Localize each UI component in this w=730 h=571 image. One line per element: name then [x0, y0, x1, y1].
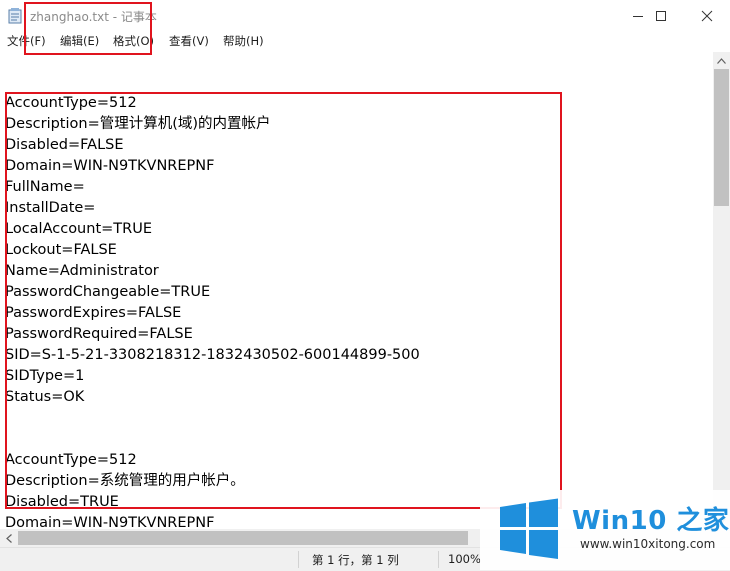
text-line: LocalAccount=TRUE — [5, 221, 152, 237]
vertical-scrollbar[interactable] — [713, 52, 730, 547]
notepad-window: zhanghao.txt - 记事本 文件(F) 编辑(E) 格式(O) 查看(… — [0, 0, 730, 571]
menu-edit[interactable]: 编辑(E) — [60, 33, 99, 49]
text-line: PasswordExpires=FALSE — [5, 305, 182, 321]
menu-format[interactable]: 格式(O) — [113, 33, 154, 49]
maximize-icon — [656, 10, 666, 21]
status-divider — [438, 551, 439, 568]
window-title: zhanghao.txt - 记事本 — [30, 10, 157, 24]
chevron-left-icon — [5, 533, 12, 543]
maximize-button[interactable] — [638, 0, 684, 31]
text-line: Lockout=FALSE — [5, 242, 117, 258]
text-line: InstallDate= — [5, 200, 96, 216]
chevron-up-icon — [717, 57, 726, 64]
title-bar[interactable]: zhanghao.txt - 记事本 — [0, 0, 730, 31]
text-editor[interactable]: AccountType=512 Description=管理计算机(域)的内置帐… — [0, 52, 713, 547]
text-line: PasswordRequired=FALSE — [5, 326, 193, 342]
text-line: Description=管理计算机(域)的内置帐户 — [5, 116, 271, 132]
text-line: Domain=WIN-N9TKVNREPNF — [5, 158, 215, 174]
text-line: Disabled=FALSE — [5, 137, 124, 153]
text-line: SIDType=1 — [5, 368, 85, 384]
close-icon — [701, 10, 713, 21]
menu-help[interactable]: 帮助(H) — [223, 33, 264, 49]
watermark-title: Win10 之家 — [572, 506, 730, 536]
text-line: Description=系统管理的用户帐户。 — [5, 473, 245, 489]
menu-view[interactable]: 查看(V) — [169, 33, 209, 49]
menu-file[interactable]: 文件(F) — [7, 33, 46, 49]
text-line: Disabled=TRUE — [5, 494, 119, 510]
scroll-up-button[interactable] — [713, 52, 730, 69]
cursor-position: 第 1 行，第 1 列 — [312, 553, 399, 567]
text-line: AccountType=512 — [5, 452, 137, 468]
windows-logo-icon — [500, 498, 558, 559]
text-line: PasswordChangeable=TRUE — [5, 284, 211, 300]
text-line: AccountType=512 — [5, 95, 137, 111]
notepad-icon — [8, 8, 22, 24]
status-divider — [298, 551, 299, 568]
vertical-scroll-thumb[interactable] — [714, 69, 729, 206]
scroll-left-button[interactable] — [0, 529, 17, 547]
zoom-level: 100% — [448, 552, 481, 566]
close-button[interactable] — [684, 0, 730, 31]
horizontal-scroll-thumb[interactable] — [18, 531, 468, 545]
text-line: Name=Administrator — [5, 263, 159, 279]
text-line: Status=OK — [5, 389, 85, 405]
text-line: FullName= — [5, 179, 85, 195]
menu-bar: 文件(F) 编辑(E) 格式(O) 查看(V) 帮助(H) — [0, 31, 730, 51]
watermark: Win10 之家 www.win10xitong.com — [480, 490, 730, 570]
watermark-url: www.win10xitong.com — [580, 537, 716, 551]
text-line: SID=S-1-5-21-3308218312-1832430502-60014… — [5, 347, 420, 363]
